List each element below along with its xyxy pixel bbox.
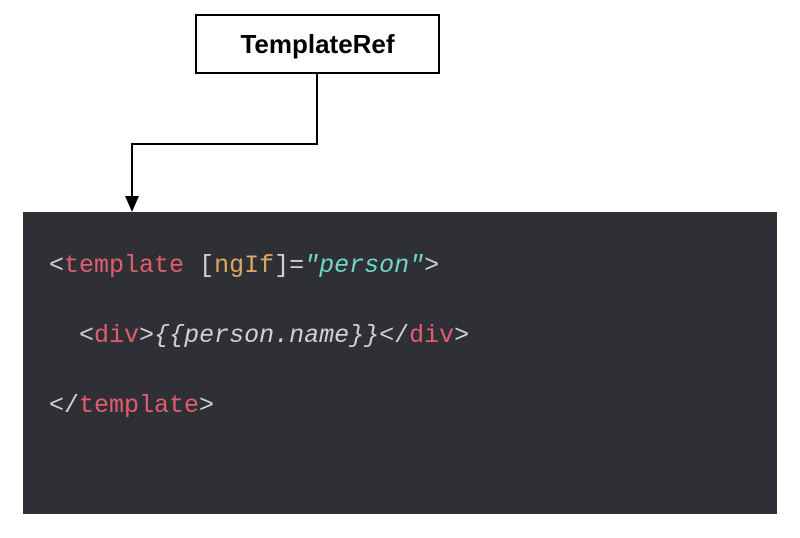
indent xyxy=(49,321,79,350)
tag-template-close: template xyxy=(79,391,199,420)
tag-div-close: div xyxy=(409,321,454,350)
angle-close: > xyxy=(424,251,439,280)
angle-close: > xyxy=(199,391,214,420)
code-block: <template [ngIf]="person"> <div>{{person… xyxy=(23,212,777,514)
template-ref-label: TemplateRef xyxy=(240,29,394,60)
attr-value-person: "person" xyxy=(304,251,424,280)
rbracket: ] xyxy=(274,251,289,280)
space xyxy=(184,251,199,280)
angle-open-close: </ xyxy=(379,321,409,350)
code-line-2: <div>{{person.name}}</div> xyxy=(49,321,469,350)
code-line-1: <template [ngIf]="person"> xyxy=(49,251,439,280)
interpolation-person-name: {{person.name}} xyxy=(154,321,379,350)
angle-open-close: </ xyxy=(49,391,79,420)
attr-ngif: ngIf xyxy=(214,251,274,280)
angle-close: > xyxy=(454,321,469,350)
lbracket: [ xyxy=(199,251,214,280)
tag-div: div xyxy=(94,321,139,350)
template-ref-label-box: TemplateRef xyxy=(195,14,440,74)
arrow-from-label-to-code xyxy=(120,74,320,212)
angle-close: > xyxy=(139,321,154,350)
equals: = xyxy=(289,251,304,280)
code-line-3: </template> xyxy=(49,391,214,420)
tag-template: template xyxy=(64,251,184,280)
angle-open: < xyxy=(79,321,94,350)
angle-open: < xyxy=(49,251,64,280)
